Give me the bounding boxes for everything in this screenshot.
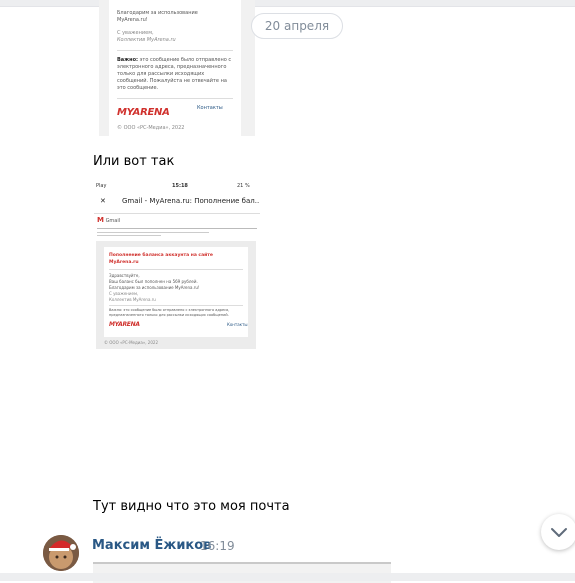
clock-text: 15:18 [172,183,188,189]
header-divider [94,213,260,214]
top-divider [0,0,575,7]
email-meta [97,227,257,237]
warning-text: Важно: это сообщение было отправлено с э… [109,308,230,317]
copyright-text: © ООО «РС-Медиа», 2022 [117,125,185,131]
phone-status-bar: Play 15:18 21 % [94,183,260,191]
gmail-message-area: Пополнение баланса аккаунта на сайте MyA… [96,241,256,349]
avatar-image [43,535,79,571]
email-body: Благодарим за использование MyArena.ru! … [109,0,241,136]
contacts-link: Контакты [227,322,248,327]
email-subject: Gmail - MyArena.ru: Пополнение бал... [122,197,260,205]
email-heading: Пополнение баланса аккаунта на сайте MyA… [109,253,213,265]
gmail-logo: M Gmail [97,216,120,224]
gmail-screenshot-attachment[interactable]: Play 15:18 21 % ✕ Gmail - MyArena.ru: По… [94,179,260,349]
team-line: Коллектив MyArena.ru [109,297,156,302]
close-icon: ✕ [100,197,106,205]
gmail-header: ✕ Gmail - MyArena.ru: Пополнение бал... [94,195,260,213]
date-divider: 20 апреля [251,13,343,39]
myarena-logo: MYARENA [109,321,140,328]
copyright-text: © ООО «РС-Медиа», 2022 [104,340,158,345]
message-text: Или вот так [93,154,175,169]
warning-label: Важно: [117,57,139,63]
message-time: 16:19 [200,539,235,553]
avatar[interactable] [43,535,79,571]
carrier-text: Play [96,183,107,189]
myarena-logo: MYARENA [117,107,170,118]
gmail-label: Gmail [105,218,121,224]
bottom-bar [0,573,575,581]
scroll-down-button[interactable] [541,514,575,550]
thanks-line: Благодарим за использование [117,10,198,16]
chevron-down-icon [551,528,567,537]
email-card: Пополнение баланса аккаунта на сайте MyA… [104,247,248,337]
team-line: Коллектив MyArena.ru [117,37,176,43]
message-text: Тут видно что это моя почта [93,499,290,514]
author-name[interactable]: Максим Ёжиков [92,538,211,553]
battery-text: 21 % [237,183,250,189]
regards-line: С уважением, [117,30,154,36]
site-line: MyArena.ru! [117,17,148,23]
gmail-m-icon: M [97,216,104,224]
email-screenshot-attachment[interactable]: Благодарим за использование MyArena.ru! … [99,0,255,136]
contacts-link: Контакты [197,105,223,111]
